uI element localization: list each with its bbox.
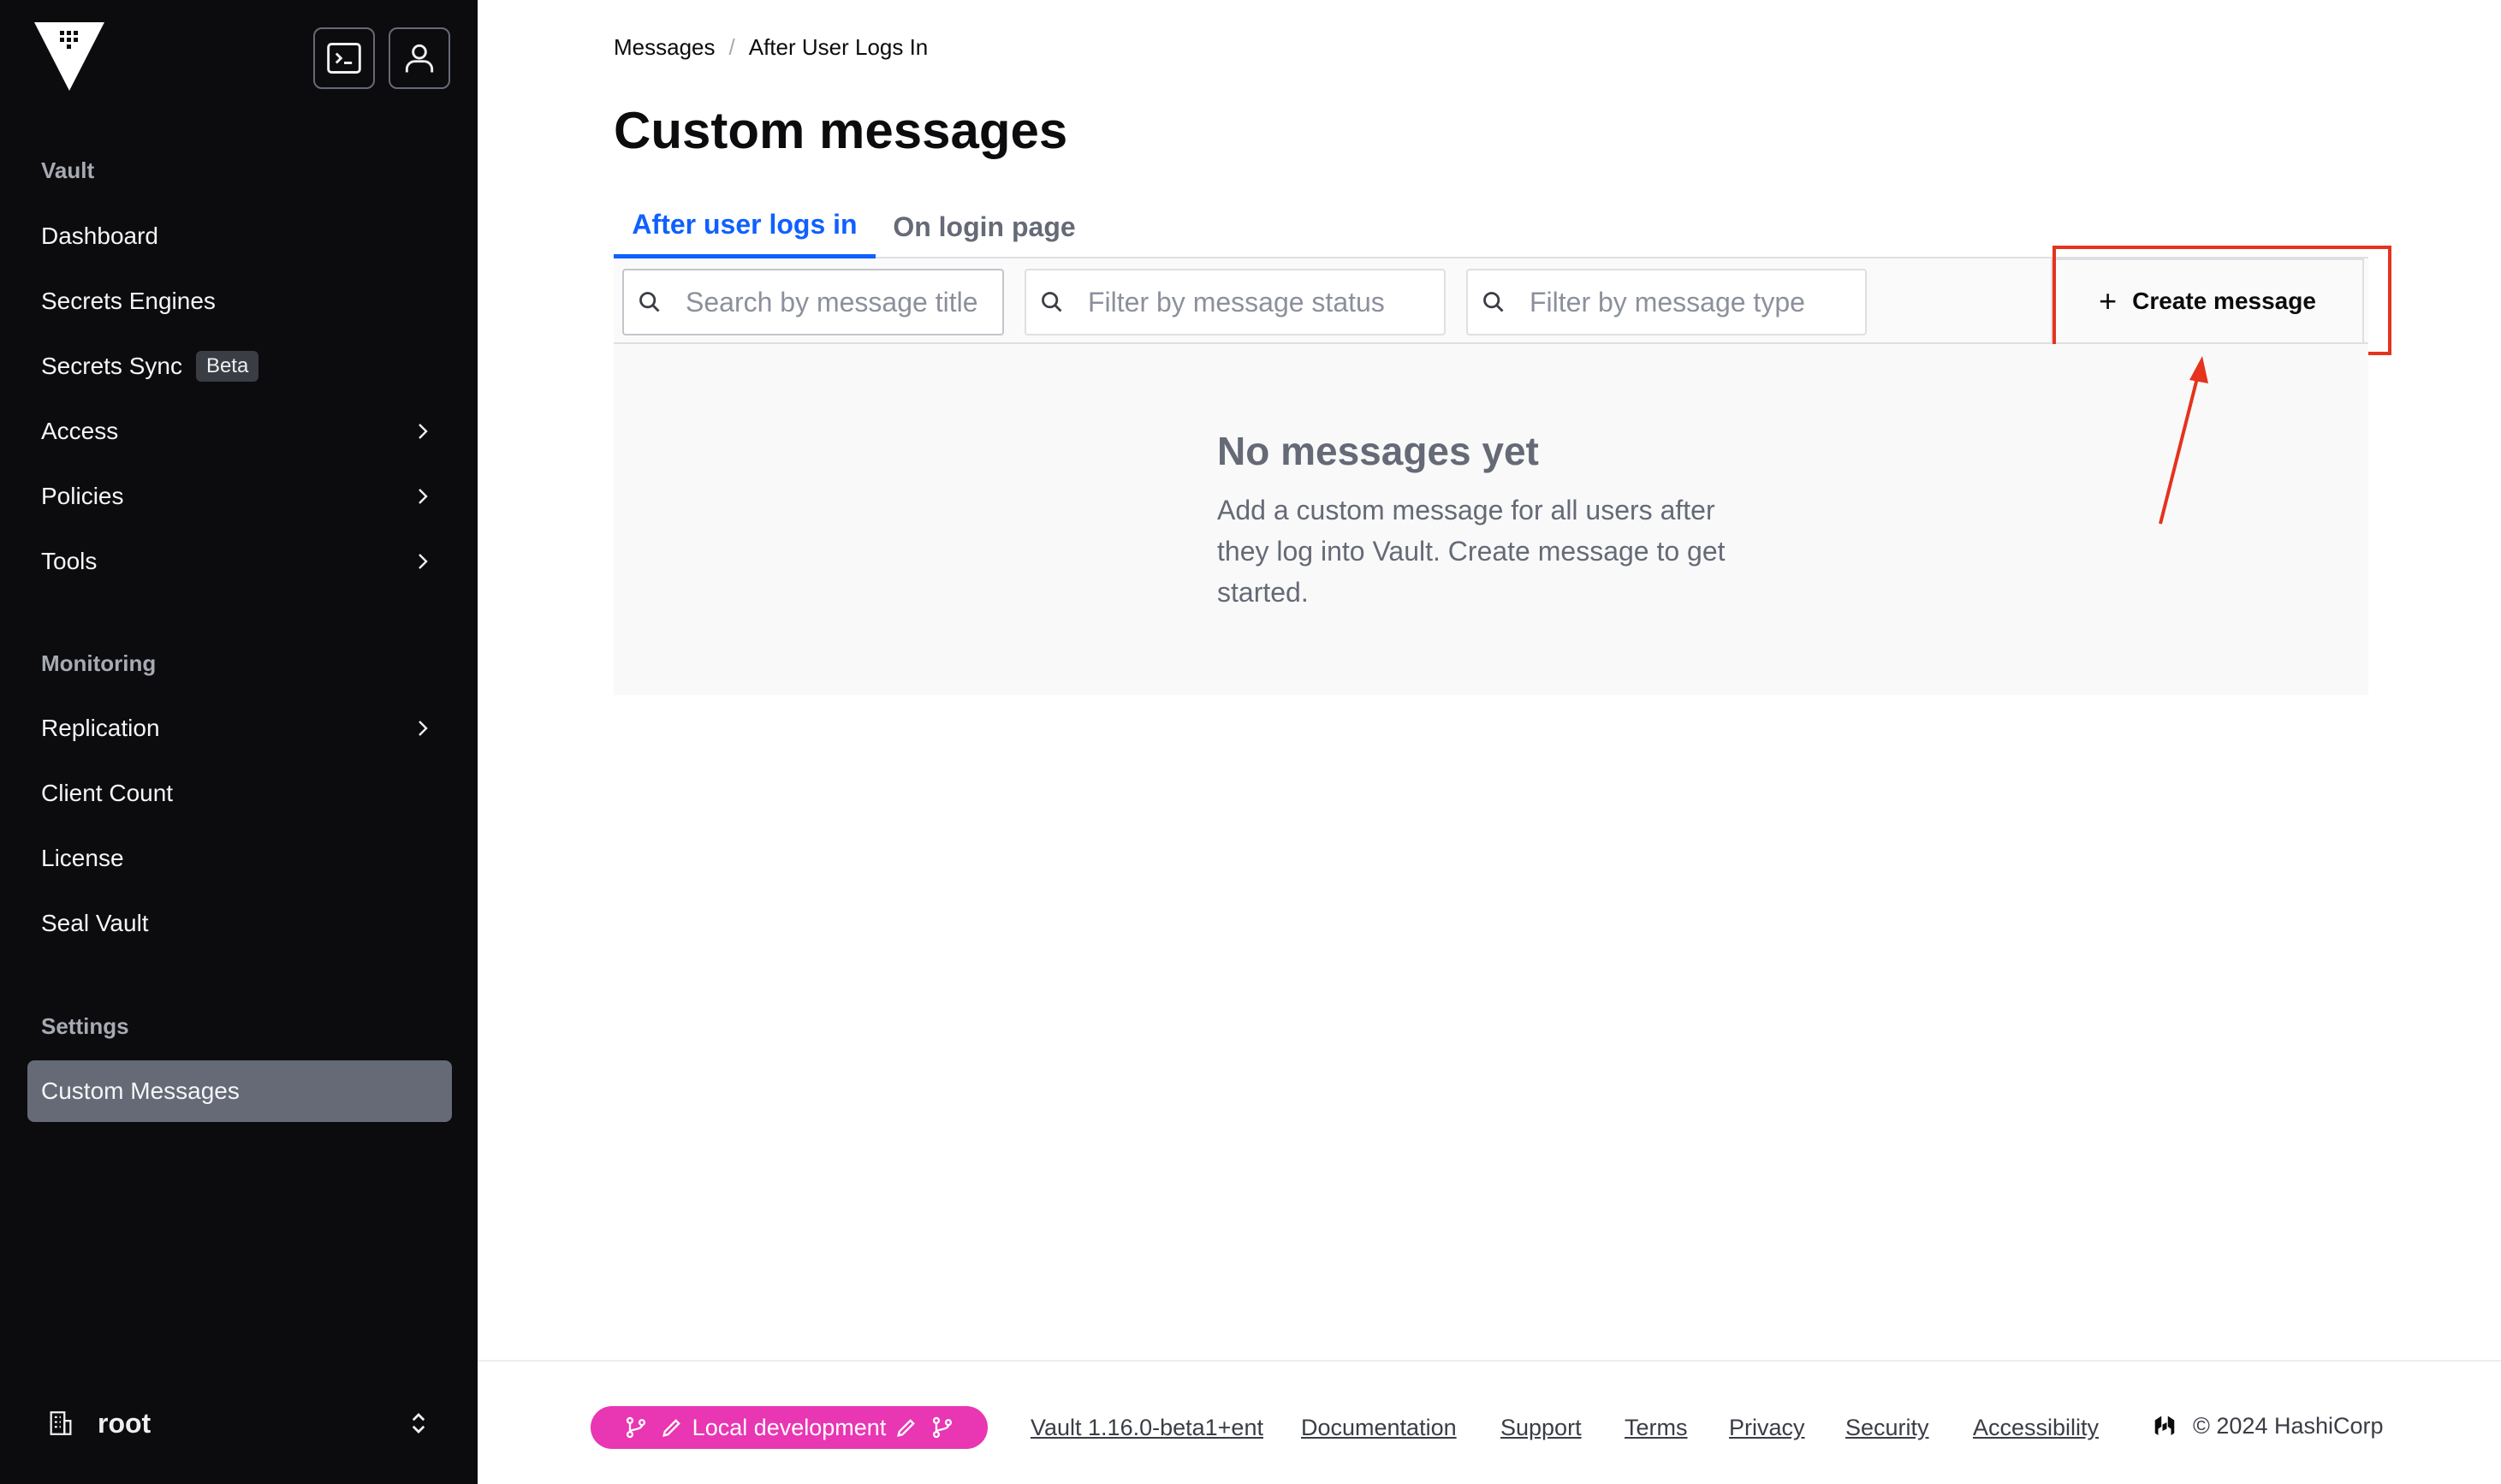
annotation-highlight-box [2052, 246, 2391, 355]
tab-on-login-page[interactable]: On login page [876, 195, 1093, 258]
copyright: © 2024 HashiCorp [2152, 1413, 2384, 1439]
chevron-right-icon [419, 554, 428, 569]
pencil-icon [897, 1419, 916, 1437]
namespace-picker[interactable]: root [46, 1400, 431, 1446]
breadcrumb-separator: / [728, 34, 735, 60]
sidebar-item-label: Secrets Sync [41, 353, 182, 379]
sidebar-item-policies[interactable]: Policies [27, 466, 452, 527]
sidebar-item-label: Access [41, 418, 119, 444]
user-menu-button[interactable] [389, 27, 450, 89]
environment-label: Local development [692, 1414, 887, 1440]
sidebar-item-client-count[interactable]: Client Count [27, 763, 452, 824]
sidebar-item-label: Replication [41, 715, 160, 741]
vault-logo-icon[interactable] [34, 22, 104, 91]
chevron-up-down-icon [412, 1413, 425, 1434]
footer-support-link[interactable]: Support [1500, 1415, 1582, 1441]
git-branch-icon [626, 1416, 645, 1439]
beta-badge: Beta [195, 351, 259, 382]
chevron-right-icon [419, 424, 428, 439]
user-icon [405, 44, 434, 73]
sidebar-item-seal-vault[interactable]: Seal Vault [27, 893, 452, 954]
sidebar-item-tools[interactable]: Tools [27, 531, 452, 592]
namespace-label: root [98, 1407, 151, 1439]
section-title-vault: Vault [41, 157, 95, 183]
sidebar-item-secrets-engines[interactable]: Secrets Engines [27, 270, 452, 332]
sidebar-item-label: Tools [41, 548, 98, 574]
breadcrumb-messages-link[interactable]: Messages [614, 34, 716, 61]
sidebar-item-secrets-sync[interactable]: Secrets Sync Beta [27, 335, 452, 397]
search-icon [639, 292, 660, 312]
console-button[interactable] [313, 27, 375, 89]
footer-accessibility-link[interactable]: Accessibility [1973, 1415, 2099, 1441]
tab-after-user-logs-in[interactable]: After user logs in [614, 195, 876, 258]
sidebar-item-label: Dashboard [41, 223, 158, 249]
search-placeholder: Search by message title [686, 286, 978, 318]
sidebar-item-replication[interactable]: Replication [27, 697, 452, 759]
footer-terms-link[interactable]: Terms [1625, 1415, 1688, 1441]
building-icon [50, 1411, 72, 1435]
empty-state-body: Add a custom message for all users after… [1217, 495, 1726, 608]
chevron-right-icon [419, 489, 428, 504]
chevron-right-icon [419, 721, 428, 736]
section-title-settings: Settings [41, 1013, 129, 1039]
section-title-monitoring: Monitoring [41, 650, 157, 676]
sidebar: Vault Dashboard Secrets Engines Secrets … [0, 0, 478, 1484]
footer-privacy-link[interactable]: Privacy [1729, 1415, 1805, 1441]
footer-documentation-link[interactable]: Documentation [1301, 1415, 1457, 1441]
terminal-icon [327, 43, 361, 74]
sidebar-item-dashboard[interactable]: Dashboard [27, 205, 452, 267]
footer: Local development Vault 1.16.0-beta1+ent… [478, 1360, 2501, 1484]
search-input[interactable]: Search by message title [622, 269, 1004, 335]
sidebar-item-license[interactable]: License [27, 828, 452, 889]
search-icon [1483, 292, 1504, 312]
pencil-icon [662, 1419, 680, 1437]
empty-state: No messages yet Add a custom message for… [614, 344, 2368, 695]
type-filter-placeholder: Filter by message type [1530, 286, 1805, 318]
breadcrumb: Messages / After User Logs In [614, 34, 928, 61]
hashicorp-logo-icon [2154, 1416, 2175, 1435]
page-title: Custom messages [614, 102, 1068, 159]
empty-state-title: No messages yet [1217, 429, 1539, 473]
search-icon [1042, 292, 1062, 312]
environment-badge: Local development [591, 1406, 988, 1449]
annotation-arrow-icon [2159, 356, 2208, 525]
sidebar-item-label: Policies [41, 483, 124, 509]
sidebar-item-label: Seal Vault [41, 910, 149, 936]
sidebar-item-label: Custom Messages [41, 1077, 240, 1104]
sidebar-item-label: Client Count [41, 780, 174, 806]
sidebar-item-access[interactable]: Access [27, 401, 452, 462]
status-filter-placeholder: Filter by message status [1088, 286, 1385, 318]
footer-security-link[interactable]: Security [1845, 1415, 1929, 1441]
copyright-text: © 2024 HashiCorp [2193, 1413, 2384, 1439]
footer-version-link[interactable]: Vault 1.16.0-beta1+ent [1031, 1415, 1263, 1441]
sidebar-item-custom-messages[interactable]: Custom Messages [27, 1060, 452, 1122]
git-branch-icon [933, 1416, 953, 1439]
type-filter-input[interactable]: Filter by message type [1466, 269, 1867, 335]
breadcrumb-current: After User Logs In [748, 34, 929, 60]
sidebar-item-label: Secrets Engines [41, 288, 216, 314]
sidebar-item-label: License [41, 845, 124, 871]
status-filter-input[interactable]: Filter by message status [1025, 269, 1446, 335]
